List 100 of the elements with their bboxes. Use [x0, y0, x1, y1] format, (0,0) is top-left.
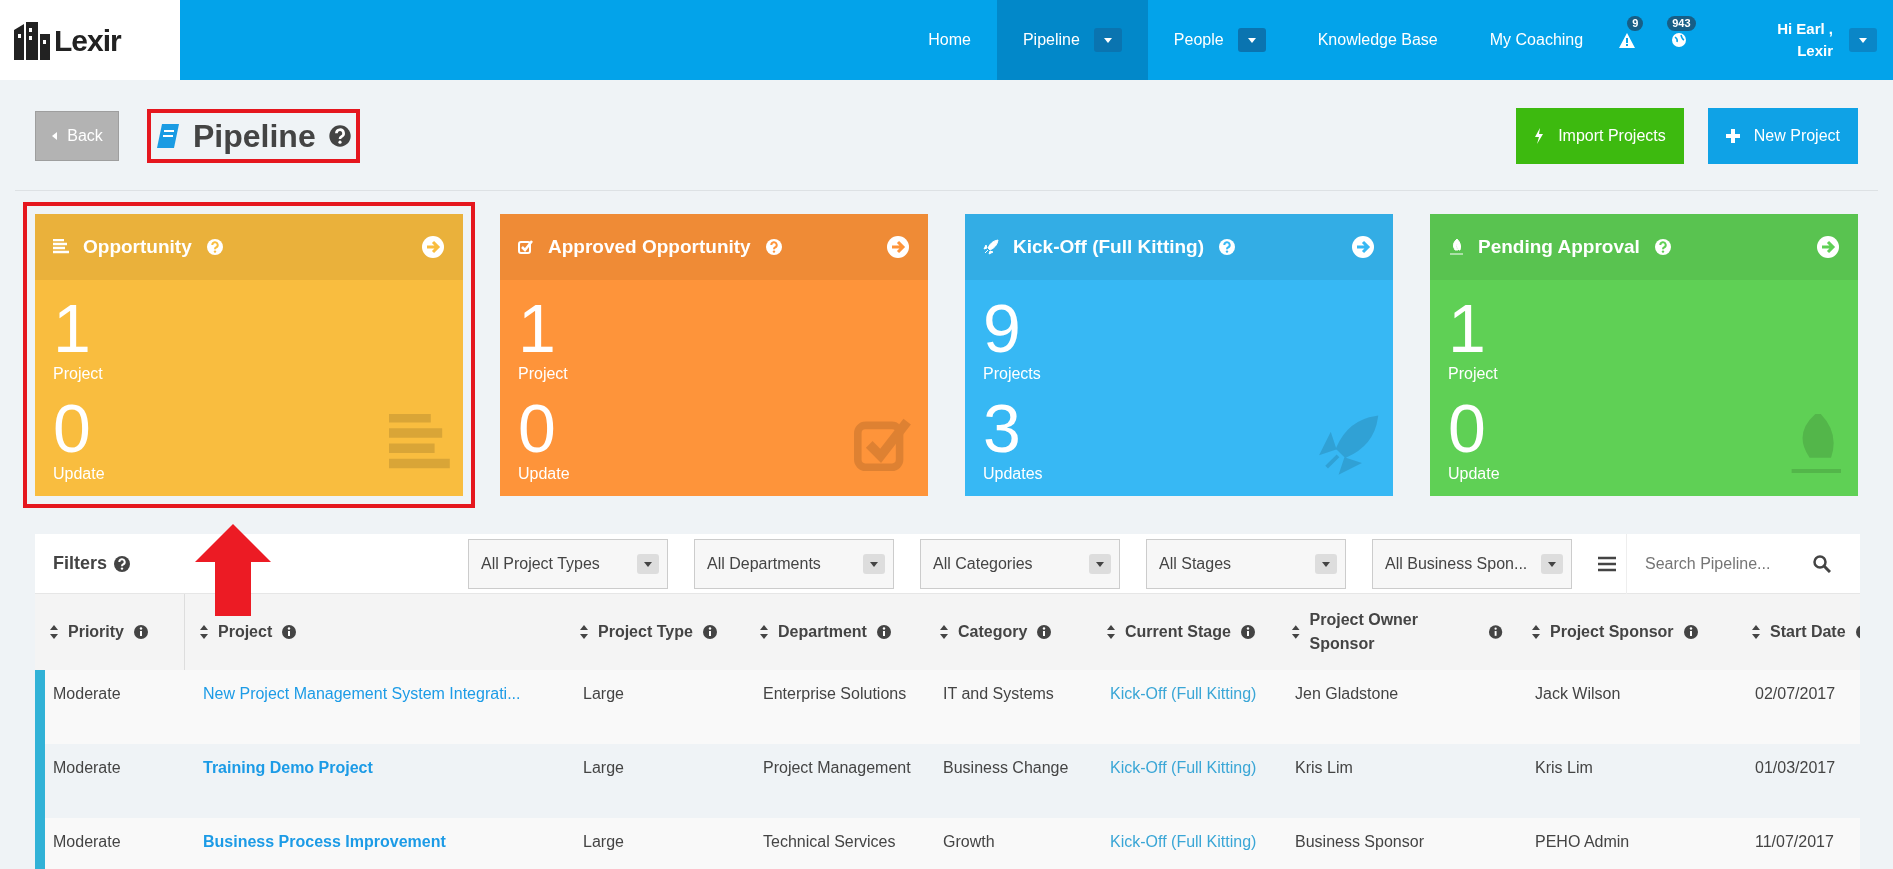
help-icon	[764, 238, 783, 256]
table-cell: Moderate	[53, 833, 121, 850]
filter-select[interactable]: All Business Spon...	[1372, 538, 1572, 589]
new-project-button[interactable]: New Project	[1707, 108, 1858, 164]
arrow-right-icon	[1351, 235, 1375, 259]
project-link[interactable]: Training Demo Project	[203, 759, 373, 776]
table-cell: Business Change	[943, 759, 1069, 776]
user-greeting: Hi Earl ,	[1777, 19, 1833, 40]
update-count: 0	[53, 394, 91, 462]
table-cell: 11/07/2017	[1755, 833, 1834, 850]
project-link[interactable]: Business Process Improvement	[203, 833, 446, 850]
warning-icon	[1618, 32, 1637, 48]
user-name: Lexir	[1796, 41, 1833, 61]
count-label: Project	[1448, 364, 1498, 384]
info-icon	[1036, 624, 1053, 640]
sort-icon	[1751, 625, 1761, 639]
stage-title: Opportunity	[83, 234, 192, 259]
column-header[interactable]: Current Stage	[1125, 620, 1231, 644]
user-menu-button[interactable]	[1849, 28, 1877, 52]
table-cell: Large	[583, 759, 624, 776]
stage-link[interactable]: Kick-Off (Full Kitting)	[1110, 685, 1257, 702]
filter-select[interactable]: All Stages	[1146, 538, 1346, 589]
help-icon	[1653, 238, 1672, 256]
filters-label: Filters	[53, 552, 108, 575]
table-cell: Project Management	[763, 759, 911, 776]
stage-title: Approved Opportunity	[548, 234, 751, 259]
column-header[interactable]: Department	[778, 620, 867, 644]
column-header[interactable]: Project Sponsor	[1550, 620, 1674, 644]
table-cell: Jack Wilson	[1535, 685, 1621, 702]
count-label: Project	[53, 364, 103, 384]
stage-card[interactable]: Approved Opportunity 1 Project 0 Update	[500, 214, 928, 496]
dropdown-button[interactable]	[1237, 28, 1266, 52]
sort-icon	[759, 625, 769, 639]
sort-icon	[49, 625, 59, 639]
nav-tab[interactable]: People	[1147, 0, 1292, 80]
count-label: Update	[1448, 464, 1500, 484]
count-label: Projects	[983, 364, 1041, 384]
page-title: Pipeline	[193, 116, 316, 156]
checkbox-icon	[518, 239, 534, 255]
table-cell: Kris Lim	[1295, 759, 1353, 776]
plus-icon	[1725, 129, 1740, 143]
project-count: 9	[983, 294, 1021, 362]
book-icon	[155, 122, 181, 150]
flame-icon	[1448, 239, 1464, 255]
column-header[interactable]: Category	[958, 620, 1028, 644]
table-cell: 01/03/2017	[1755, 759, 1836, 776]
filter-select[interactable]: All Categories	[920, 538, 1120, 589]
bolt-icon	[1534, 128, 1545, 144]
help-icon	[1218, 238, 1237, 256]
project-count: 1	[53, 294, 91, 362]
building-logo-icon	[12, 20, 52, 60]
back-button[interactable]: Back	[35, 111, 119, 161]
stage-card[interactable]: Pending Approval 1 Project 0 Update	[1430, 214, 1858, 496]
globe-icon	[1671, 32, 1688, 48]
stage-link[interactable]: Kick-Off (Full Kitting)	[1110, 833, 1257, 850]
sort-icon	[1106, 625, 1116, 639]
dropdown-button[interactable]	[1093, 28, 1122, 52]
nav-tab[interactable]: My Coaching	[1463, 0, 1610, 80]
project-count: 1	[518, 294, 556, 362]
table-cell: Kris Lim	[1535, 759, 1593, 776]
update-count: 0	[518, 394, 556, 462]
table-cell: Enterprise Solutions	[763, 685, 907, 702]
rocket-icon	[983, 239, 999, 255]
column-header[interactable]: Project	[218, 620, 273, 644]
table-cell: Large	[583, 685, 624, 702]
caret-left-icon	[51, 131, 60, 141]
info-icon	[133, 624, 149, 640]
table-cell: PEHO Admin	[1535, 833, 1630, 850]
table-cell: Jen Gladstone	[1295, 685, 1399, 702]
stage-title: Pending Approval	[1478, 234, 1640, 259]
column-header[interactable]: Project Type	[598, 620, 693, 644]
filter-select[interactable]: All Project Types	[468, 538, 668, 589]
filter-select[interactable]: All Departments	[694, 538, 894, 589]
sort-icon	[1291, 625, 1301, 639]
stage-card[interactable]: Kick-Off (Full Kitting) 9 Projects 3 Updates	[965, 214, 1393, 496]
import-projects-button[interactable]: Import Projects	[1516, 108, 1684, 164]
project-count: 1	[1448, 294, 1486, 362]
notification-count: 943	[1667, 16, 1696, 31]
project-link[interactable]: New Project Management System Integrati...	[203, 685, 521, 702]
logo-text: Lexir	[54, 22, 121, 59]
menu-icon[interactable]	[1598, 555, 1616, 572]
info-icon	[281, 624, 298, 640]
help-icon	[205, 238, 224, 256]
column-header[interactable]: Project Owner Sponsor	[1309, 608, 1479, 656]
table-cell: Moderate	[53, 685, 121, 702]
table-cell: 02/07/2017	[1755, 685, 1836, 702]
nav-tab[interactable]: Home	[902, 0, 997, 80]
stage-card[interactable]: Opportunity 1 Project 0 Update	[35, 214, 463, 496]
nav-tab[interactable]: Knowledge Base	[1291, 0, 1464, 80]
sort-icon	[579, 625, 589, 639]
sort-icon	[199, 625, 209, 639]
column-header[interactable]: Start Date	[1770, 620, 1846, 644]
info-icon	[875, 624, 892, 640]
stage-link[interactable]: Kick-Off (Full Kitting)	[1110, 759, 1257, 776]
column-header[interactable]: Priority	[68, 620, 124, 644]
sort-icon	[1531, 625, 1541, 639]
stage-title: Kick-Off (Full Kitting)	[1013, 234, 1205, 259]
table-cell: IT and Systems	[943, 685, 1054, 702]
nav-tab[interactable]: Pipeline	[996, 0, 1148, 80]
count-label: Project	[518, 364, 568, 384]
